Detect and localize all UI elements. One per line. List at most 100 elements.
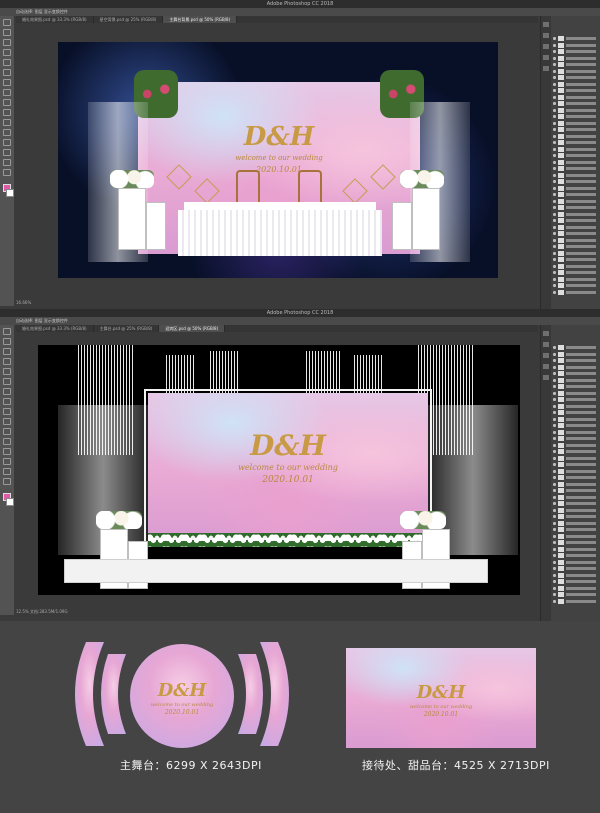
visibility-eye-icon[interactable] <box>553 232 556 235</box>
layer-row[interactable] <box>553 429 599 435</box>
layer-row[interactable] <box>553 211 599 217</box>
visibility-eye-icon[interactable] <box>553 245 556 248</box>
visibility-eye-icon[interactable] <box>553 411 556 414</box>
crop-icon[interactable] <box>3 49 11 56</box>
document-tab[interactable]: 婚礼效果图.psd @ 33.3% (RGB/8) <box>16 325 94 332</box>
layer-row[interactable] <box>553 514 599 519</box>
visibility-eye-icon[interactable] <box>553 567 556 570</box>
visibility-eye-icon[interactable] <box>553 508 556 512</box>
layer-row[interactable] <box>553 358 599 363</box>
layer-row[interactable] <box>553 390 599 396</box>
move-icon[interactable] <box>3 19 11 26</box>
character-icon[interactable] <box>543 66 549 71</box>
visibility-eye-icon[interactable] <box>553 180 556 183</box>
layer-row[interactable] <box>553 410 599 415</box>
layer-row[interactable] <box>553 133 599 139</box>
visibility-eye-icon[interactable] <box>553 167 556 170</box>
visibility-eye-icon[interactable] <box>553 186 556 190</box>
background-color-swatch[interactable] <box>6 189 14 197</box>
visibility-eye-icon[interactable] <box>553 225 556 229</box>
adjustments-icon[interactable] <box>543 353 549 358</box>
layer-row[interactable] <box>553 263 599 269</box>
layer-row[interactable] <box>553 270 599 275</box>
layer-row[interactable] <box>553 598 599 604</box>
visibility-eye-icon[interactable] <box>553 586 556 590</box>
gradient-icon[interactable] <box>3 408 11 415</box>
visibility-eye-icon[interactable] <box>553 128 556 131</box>
layer-row[interactable] <box>553 101 599 106</box>
layer-row[interactable] <box>553 507 599 513</box>
layer-row[interactable] <box>553 520 599 526</box>
layer-row[interactable] <box>553 345 599 350</box>
visibility-eye-icon[interactable] <box>553 69 556 73</box>
eraser-icon[interactable] <box>3 398 11 405</box>
layer-row[interactable] <box>553 501 599 506</box>
layer-row[interactable] <box>553 481 599 487</box>
visibility-eye-icon[interactable] <box>553 37 556 40</box>
layer-row[interactable] <box>553 436 599 441</box>
layer-row[interactable] <box>553 114 599 119</box>
visibility-eye-icon[interactable] <box>553 385 556 388</box>
layer-row[interactable] <box>553 475 599 480</box>
layer-row[interactable] <box>553 377 599 383</box>
visibility-eye-icon[interactable] <box>553 593 556 596</box>
visibility-eye-icon[interactable] <box>553 599 556 603</box>
visibility-eye-icon[interactable] <box>553 212 556 216</box>
layer-row[interactable] <box>553 527 599 532</box>
layer-row[interactable] <box>553 371 599 376</box>
layer-row[interactable] <box>553 250 599 256</box>
visibility-eye-icon[interactable] <box>553 160 556 164</box>
eyedropper-icon[interactable] <box>3 368 11 375</box>
visibility-eye-icon[interactable] <box>553 346 556 349</box>
layer-row[interactable] <box>553 81 599 87</box>
layer-row[interactable] <box>553 585 599 591</box>
pen-icon[interactable] <box>3 119 11 126</box>
marquee-icon[interactable] <box>3 29 11 36</box>
layer-row[interactable] <box>553 546 599 552</box>
visibility-eye-icon[interactable] <box>553 554 556 557</box>
visibility-eye-icon[interactable] <box>553 102 556 105</box>
visibility-eye-icon[interactable] <box>553 141 556 144</box>
visibility-eye-icon[interactable] <box>553 108 556 112</box>
visibility-eye-icon[interactable] <box>553 502 556 505</box>
visibility-eye-icon[interactable] <box>553 173 556 177</box>
layer-row[interactable] <box>553 289 599 295</box>
shape-icon[interactable] <box>3 458 11 465</box>
visibility-eye-icon[interactable] <box>553 219 556 222</box>
layer-row[interactable] <box>553 179 599 184</box>
pen-icon[interactable] <box>3 428 11 435</box>
brush-icon[interactable] <box>3 378 11 385</box>
adjustments-icon[interactable] <box>543 44 549 49</box>
visibility-eye-icon[interactable] <box>553 284 556 287</box>
layer-row[interactable] <box>553 351 599 357</box>
visibility-eye-icon[interactable] <box>553 115 556 118</box>
layer-row[interactable] <box>553 205 599 210</box>
visibility-eye-icon[interactable] <box>553 541 556 544</box>
layer-row[interactable] <box>553 572 599 578</box>
zoom-icon[interactable] <box>3 478 11 485</box>
layer-row[interactable] <box>553 198 599 204</box>
visibility-eye-icon[interactable] <box>553 469 556 473</box>
eraser-icon[interactable] <box>3 89 11 96</box>
layer-row[interactable] <box>553 494 599 500</box>
path-select-icon[interactable] <box>3 139 11 146</box>
visibility-eye-icon[interactable] <box>553 352 556 356</box>
visibility-eye-icon[interactable] <box>553 359 556 362</box>
layer-row[interactable] <box>553 244 599 249</box>
layer-row[interactable] <box>553 423 599 428</box>
swatches-icon[interactable] <box>543 364 549 369</box>
layer-row[interactable] <box>553 140 599 145</box>
layer-row[interactable] <box>553 172 599 178</box>
shape-icon[interactable] <box>3 149 11 156</box>
visibility-eye-icon[interactable] <box>553 50 556 53</box>
layer-row[interactable] <box>553 237 599 243</box>
layer-row[interactable] <box>553 449 599 454</box>
path-select-icon[interactable] <box>3 448 11 455</box>
layer-row[interactable] <box>553 468 599 474</box>
history-icon[interactable] <box>543 22 549 27</box>
document-tab-active[interactable]: 迎宾区.psd @ 50% (RGB/8) <box>159 325 226 332</box>
layer-row[interactable] <box>553 592 599 597</box>
visibility-eye-icon[interactable] <box>553 463 556 466</box>
layer-row[interactable] <box>553 62 599 67</box>
properties-icon[interactable] <box>543 33 549 38</box>
